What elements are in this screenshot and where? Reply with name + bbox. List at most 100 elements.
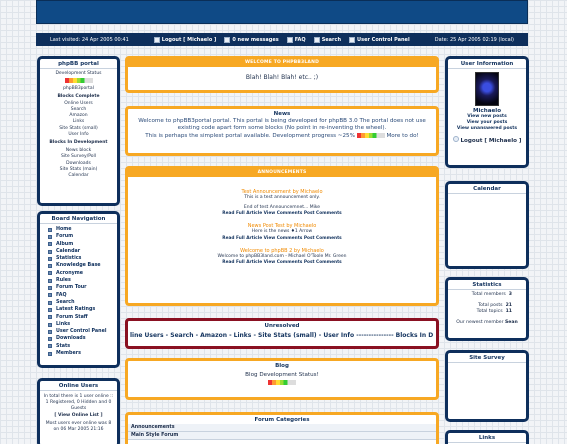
search-link[interactable]: Search xyxy=(313,36,341,43)
welcome-text: Blah! Blah! Blah! etc.. ;) xyxy=(245,74,319,81)
avatar xyxy=(475,72,499,106)
most-users-text: Most users ever online was 8 on 06 Mar 2… xyxy=(45,420,112,433)
nav-item-album[interactable]: Album xyxy=(48,241,117,248)
ucp-link[interactable]: User Control Panel xyxy=(349,36,410,43)
view-unanswered-link[interactable]: View unanswered posts xyxy=(448,126,526,132)
bullet-icon xyxy=(48,264,52,269)
announcement-item: News Post Test by Michaelo Here is the n… xyxy=(128,223,436,240)
user-logout-link[interactable]: Logout [ Michaelo ] xyxy=(448,135,526,144)
nav-item-statistics[interactable]: Statistics xyxy=(48,255,117,262)
nav-item-search[interactable]: Search xyxy=(48,299,117,306)
newest-member-label: Our newest member xyxy=(456,319,504,325)
nav-item-members[interactable]: Members xyxy=(48,350,117,357)
progress-bar xyxy=(64,78,93,84)
total-topics-label: Total topics xyxy=(476,309,503,315)
links-box: Links xyxy=(445,430,529,444)
site-survey-title: Site Survey xyxy=(448,353,526,363)
statistics-box: Statistics Total members 3 Total posts 21 … xyxy=(445,277,529,341)
logout-icon xyxy=(153,36,160,43)
user-info-box: User Information Michaelo View new posts… xyxy=(445,56,529,168)
total-members-label: Total members xyxy=(471,292,506,297)
nav-item-forum-staff[interactable]: Forum Staff xyxy=(48,314,117,321)
bullet-icon xyxy=(48,234,52,239)
bullet-icon xyxy=(48,300,52,305)
news-title: News xyxy=(273,111,291,117)
mail-icon xyxy=(224,36,231,43)
dev-item: Calendar xyxy=(68,173,89,179)
version-label: phpBB3portal xyxy=(63,86,94,92)
nav-item-rules[interactable]: Rules xyxy=(48,277,117,284)
nav-item-downloads[interactable]: Downloads xyxy=(48,335,117,342)
nav-item-forum[interactable]: Forum xyxy=(48,233,117,240)
nav-item-ucp[interactable]: User Control Panel xyxy=(48,328,117,335)
welcome-box: WELCOME TO PHPBB3LAND Blah! Blah! Blah! … xyxy=(125,56,439,93)
forum-categories-box: Forum Categories Announcements Main Styl… xyxy=(125,412,439,444)
faq-icon xyxy=(286,36,293,43)
profile-icon xyxy=(349,36,356,43)
bullet-icon xyxy=(48,351,52,356)
header-banner xyxy=(36,0,528,24)
news-line2: This is perhaps the simplest portal avai… xyxy=(145,132,355,139)
view-online-link[interactable]: [ View Online List ] xyxy=(43,413,114,419)
forum-category-row[interactable]: Announcements xyxy=(128,424,436,432)
bullet-icon xyxy=(48,344,52,349)
nav-item-faq[interactable]: FAQ xyxy=(48,292,117,299)
unresolved-box: Unresolved line Users - Search - Amazon … xyxy=(125,318,439,349)
dev-status-label: Development Status xyxy=(55,71,102,76)
nav-item-links[interactable]: Links xyxy=(48,321,117,328)
nav-item-stats[interactable]: Stats xyxy=(48,343,117,350)
calendar-title: Calendar xyxy=(448,184,526,194)
welcome-title: WELCOME TO PHPBB3LAND xyxy=(128,59,436,67)
bullet-icon xyxy=(48,256,52,261)
links-title: Links xyxy=(448,433,526,443)
announcement-item: Test Announcement by Michaelo This is a … xyxy=(128,189,436,216)
nav-item-latest-ratings[interactable]: Latest Ratings xyxy=(48,306,117,313)
portal-box-title: phpBB portal xyxy=(40,59,117,69)
announcement-links[interactable]: Read Full Article View Comments Post Com… xyxy=(128,260,436,265)
nav-item-knowledge-base[interactable]: Knowledge Base xyxy=(48,262,117,269)
forum-categories-title: Forum Categories xyxy=(254,417,310,423)
announcement-item: Welcome to phpBB 2 by Michaelo Welcome t… xyxy=(128,248,436,265)
bullet-icon xyxy=(48,242,52,247)
blog-text: Blog Development Status! xyxy=(245,372,319,378)
total-topics-value: 11 xyxy=(505,309,512,315)
search-icon xyxy=(313,36,320,43)
logout-icon xyxy=(452,135,459,142)
user-info-title: User Information xyxy=(448,59,526,69)
bullet-icon xyxy=(48,329,52,334)
blocks-dev-heading: Blocks In Development xyxy=(49,140,108,146)
announcement-links[interactable]: Read Full Article View Comments Post Com… xyxy=(128,236,436,241)
current-date: Date: 25 Apr 2005 02:19 (local) xyxy=(434,36,514,43)
bullet-icon xyxy=(48,271,52,276)
logout-link[interactable]: Logout [ Michaelo ] xyxy=(153,36,216,43)
blocks-complete-heading: Blocks Complete xyxy=(57,93,100,99)
block-marquee: line Users - Search - Amazon - Links - S… xyxy=(130,332,434,339)
online-users-text: In total there is 1 user online :: 1 Reg… xyxy=(43,394,114,412)
last-visited: Last visited: 24 Apr 2005 00:41 xyxy=(50,36,129,43)
board-nav-title: Board Navigation xyxy=(40,214,117,224)
nav-item-forum-tour[interactable]: Forum Tour xyxy=(48,284,117,291)
forum-category-row[interactable]: Main Style Forum xyxy=(128,432,436,440)
statistics-title: Statistics xyxy=(448,280,526,290)
top-bar: Last visited: 24 Apr 2005 00:41 Logout [… xyxy=(36,33,528,46)
bullet-icon xyxy=(48,322,52,327)
newest-member-value[interactable]: Sean xyxy=(505,320,518,325)
online-users-box: Online Users In total there is 1 user on… xyxy=(37,378,120,444)
bullet-icon xyxy=(48,286,52,291)
bullet-icon xyxy=(48,315,52,320)
announcements-box: ANNOUNCEMENTS Test Announcement by Micha… xyxy=(125,166,439,306)
nav-item-acronyme[interactable]: Acronyme xyxy=(48,270,117,277)
nav-item-calendar[interactable]: Calendar xyxy=(48,248,117,255)
announcement-links[interactable]: Read Full Article View Comments Post Com… xyxy=(128,211,436,216)
bullet-icon xyxy=(48,278,52,283)
faq-link[interactable]: FAQ xyxy=(286,36,306,43)
board-navigation: Board Navigation Home Forum Album Calend… xyxy=(37,211,120,368)
blog-progress xyxy=(268,380,296,385)
news-line1: Welcome to phpBB3portal portal. This por… xyxy=(138,118,426,132)
bullet-icon xyxy=(48,337,52,342)
nav-item-home[interactable]: Home xyxy=(48,226,117,233)
announcement-body: This is a test announcement only. xyxy=(244,195,320,200)
calendar-box: Calendar xyxy=(445,181,529,269)
complete-item: User Info xyxy=(68,131,89,137)
messages-link[interactable]: 0 new messages xyxy=(224,36,279,43)
